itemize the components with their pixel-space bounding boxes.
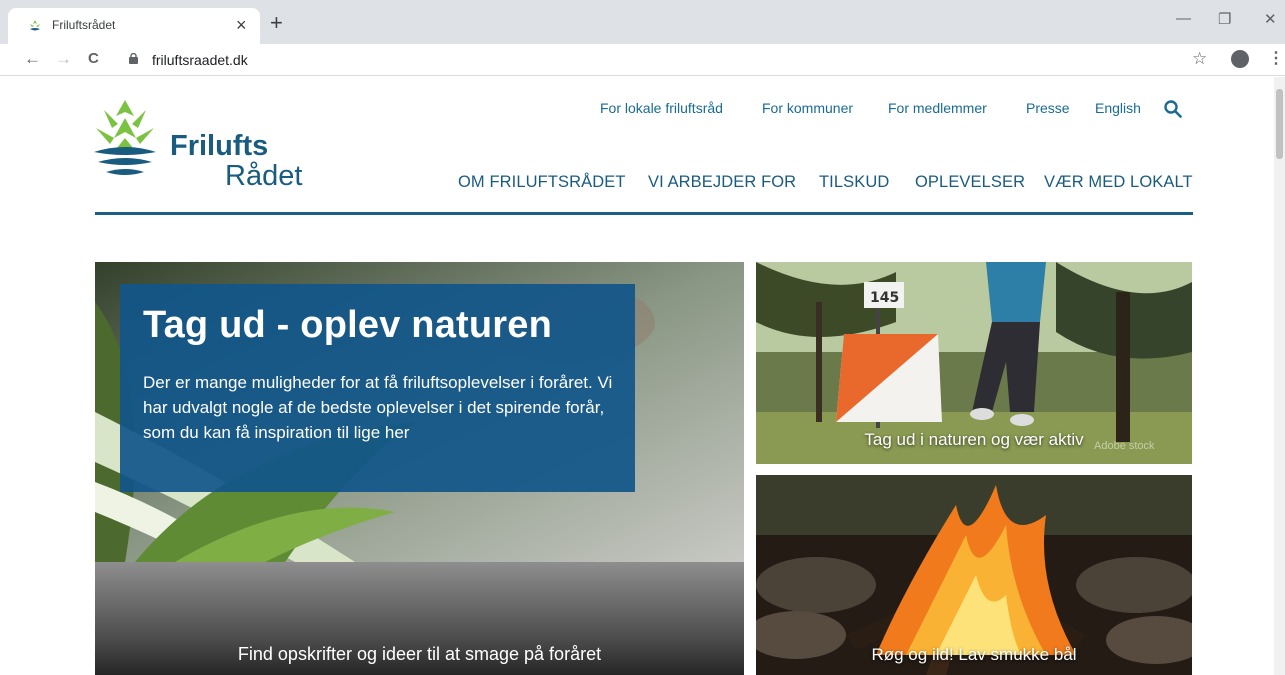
util-nav-english[interactable]: English — [1095, 100, 1141, 116]
minimize-button[interactable]: — — [1176, 10, 1191, 27]
browser-menu-icon[interactable]: ⋮ — [1268, 48, 1284, 68]
site-favicon-icon — [30, 20, 40, 31]
logo-leaf-icon — [94, 100, 156, 175]
post-number: 145 — [870, 290, 899, 306]
page-scrollbar[interactable] — [1274, 77, 1285, 675]
header-divider — [95, 212, 1193, 215]
logo-word-raadet: Rådet — [225, 160, 303, 192]
browser-tab[interactable]: Friluftsrådet × — [8, 8, 260, 44]
site-logo[interactable]: Frilufts Rådet — [92, 98, 322, 192]
util-nav-presse[interactable]: Presse — [1026, 100, 1070, 116]
util-nav-medlemmer[interactable]: For medlemmer — [888, 100, 987, 116]
hero-title: Tag ud - oplev naturen — [143, 304, 553, 346]
search-icon[interactable] — [1164, 100, 1182, 118]
card-baal[interactable]: Røg og ild! Lav smukke bål — [756, 475, 1192, 675]
hero-caption[interactable]: Find opskrifter og ideer til at smage på… — [95, 644, 744, 665]
back-button[interactable]: ← — [24, 49, 41, 69]
card-baal-caption[interactable]: Røg og ild! Lav smukke bål — [756, 645, 1192, 665]
tab-close-icon[interactable]: × — [236, 14, 247, 36]
profile-avatar-icon[interactable] — [1231, 50, 1249, 68]
hero-text-box: Tag ud - oplev naturen Der er mange muli… — [120, 284, 635, 492]
util-nav-kommuner[interactable]: For kommuner — [762, 100, 853, 116]
main-nav-vaer-med[interactable]: VÆR MED LOKALT — [1044, 173, 1193, 192]
forward-button[interactable]: → — [55, 49, 72, 69]
browser-toolbar: ← → C friluftsraadet.dk ☆ ⋮ — [0, 44, 1285, 76]
address-bar[interactable]: friluftsraadet.dk — [110, 47, 1220, 73]
main-nav-om[interactable]: OM FRILUFTSRÅDET — [458, 173, 626, 192]
hero-text: Der er mange muligheder for at få friluf… — [143, 373, 613, 442]
logo-word-frilufts: Frilufts — [170, 130, 269, 162]
bookmark-star-icon[interactable]: ☆ — [1192, 49, 1207, 69]
new-tab-button[interactable]: + — [270, 12, 283, 34]
main-nav-oplevelser[interactable]: OPLEVELSER — [915, 173, 1025, 192]
browser-tab-strip: Friluftsrådet × + — ❐ ✕ — [0, 0, 1285, 44]
card-aktiv[interactable]: 145 Adobe stock Tag ud i naturen og vær … — [756, 262, 1192, 464]
url-text[interactable]: friluftsraadet.dk — [152, 52, 248, 68]
util-nav-lokale[interactable]: For lokale friluftsråd — [600, 100, 723, 116]
scrollbar-thumb[interactable] — [1276, 89, 1283, 159]
close-window-button[interactable]: ✕ — [1264, 10, 1277, 28]
main-nav-arbejder[interactable]: VI ARBEJDER FOR — [648, 173, 796, 192]
hero-card[interactable]: Tag ud - oplev naturen Der er mange muli… — [95, 262, 744, 675]
reload-button[interactable]: C — [88, 49, 99, 69]
tab-title: Friluftsrådet — [52, 18, 116, 32]
main-nav-tilskud[interactable]: TILSKUD — [819, 173, 889, 192]
lock-icon — [129, 53, 138, 64]
restore-button[interactable]: ❐ — [1218, 10, 1231, 28]
card-aktiv-caption[interactable]: Tag ud i naturen og vær aktiv — [756, 430, 1192, 450]
